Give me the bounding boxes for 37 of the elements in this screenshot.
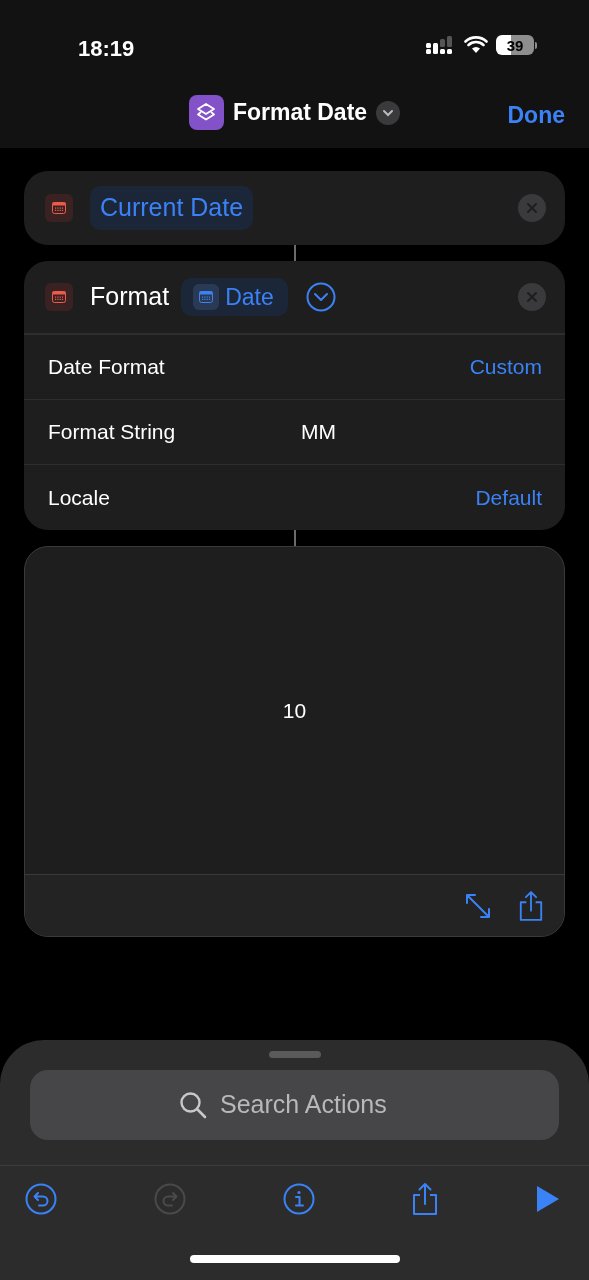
share-icon <box>411 1181 440 1216</box>
action-label: Format <box>90 281 170 313</box>
search-icon <box>179 1091 207 1119</box>
parameter-label: Format String <box>48 419 177 446</box>
share-button[interactable] <box>411 1181 440 1216</box>
title-menu-button[interactable] <box>376 100 401 125</box>
variable-token[interactable]: Current Date <box>90 186 254 230</box>
variable-token[interactable]: Date <box>181 278 288 316</box>
parameter-value[interactable]: Custom <box>469 351 542 383</box>
calendar-icon <box>45 194 73 222</box>
status-time: 18:19 <box>78 35 135 63</box>
expand-button[interactable] <box>305 282 336 312</box>
play-icon <box>536 1184 560 1213</box>
parameter-label: Date Format <box>48 354 166 381</box>
share-button[interactable] <box>518 889 544 922</box>
info-icon <box>282 1182 315 1215</box>
result-text: 10 <box>282 697 307 724</box>
wifi-icon <box>464 36 488 54</box>
shortcut-title: Format Date <box>232 98 368 128</box>
app-icon <box>188 95 224 130</box>
parameter-label: Locale <box>48 484 111 511</box>
info-button[interactable] <box>282 1182 315 1215</box>
parameter-value[interactable]: MM <box>301 416 336 448</box>
search-input[interactable]: Search Actions <box>220 1086 410 1124</box>
undo-icon <box>25 1182 57 1215</box>
run-button[interactable] <box>536 1184 560 1213</box>
close-icon <box>526 202 538 214</box>
calendar-icon <box>193 284 220 310</box>
done-button[interactable]: Done <box>507 98 565 133</box>
expand-arrows-button[interactable] <box>464 891 492 920</box>
calendar-icon <box>45 283 73 311</box>
undo-button[interactable] <box>25 1182 57 1215</box>
redo-icon <box>153 1182 186 1215</box>
parameter-value[interactable]: Default <box>475 481 542 514</box>
chevron-down-icon <box>382 108 395 117</box>
close-icon <box>526 291 538 303</box>
sheet-grabber[interactable] <box>268 1051 321 1058</box>
